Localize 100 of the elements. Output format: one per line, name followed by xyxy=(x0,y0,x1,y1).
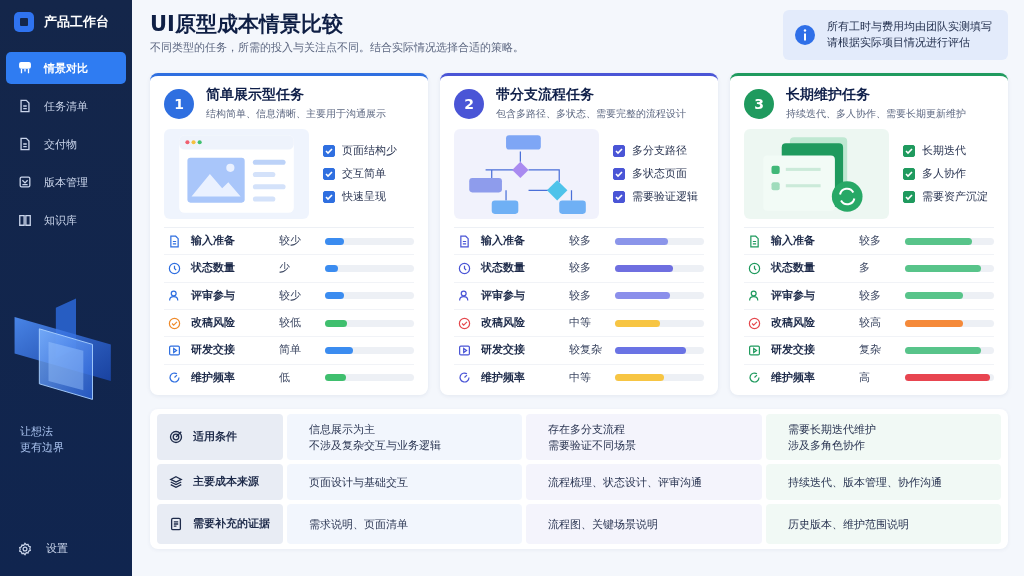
metric-value: 较多 xyxy=(569,261,592,276)
metric-label: 维护频率 xyxy=(771,370,816,385)
nav-item[interactable]: 交付物 xyxy=(6,128,126,160)
metric-value: 低 xyxy=(279,370,291,385)
clock-icon xyxy=(458,262,471,275)
metric-label: 评审参与 xyxy=(191,288,236,303)
nav-item[interactable]: 情景对比 xyxy=(6,52,126,84)
metric-label: 状态数量 xyxy=(191,261,236,276)
table-cell: 需要长期迭代维护 涉及多角色协作 xyxy=(765,414,1001,460)
checklist-label: 快速呈现 xyxy=(342,190,386,204)
metric-value: 复杂 xyxy=(859,343,882,358)
logo-icon xyxy=(14,12,34,32)
nav-item[interactable]: 知识库 xyxy=(6,204,126,236)
metric-label: 维护频率 xyxy=(481,370,526,385)
table-cell: 持续迭代、版本管理、协作沟通 xyxy=(765,464,1001,500)
table-cell: 流程图、关键场景说明 xyxy=(526,504,762,544)
document-icon xyxy=(18,137,32,151)
checkbox[interactable] xyxy=(903,145,915,157)
nav-item[interactable]: 任务清单 xyxy=(6,90,126,122)
metric-label: 状态数量 xyxy=(481,261,526,276)
refresh-icon xyxy=(458,371,471,385)
document-icon xyxy=(168,234,181,248)
card-subtitle: 结构简单、信息清晰、主要用于沟通展示 xyxy=(206,107,386,121)
page-title: UI原型成本情景比较 xyxy=(150,11,344,38)
refresh-icon xyxy=(748,371,761,385)
check-circle-icon xyxy=(748,316,761,330)
metric-value: 较少 xyxy=(279,288,302,303)
metric-label: 改稿风险 xyxy=(191,316,236,331)
metric-label: 输入准备 xyxy=(191,234,236,249)
brand-name: 产品工作台 xyxy=(44,13,109,31)
document-icon xyxy=(748,234,761,248)
book-icon xyxy=(18,213,32,227)
card-subtitle: 包含多路径、多状态、需要完整的流程设计 xyxy=(496,107,686,121)
card-title: 简单展示型任务 xyxy=(206,86,304,104)
checkbox[interactable] xyxy=(613,191,625,203)
play-icon xyxy=(168,343,181,357)
metric-label: 研发交接 xyxy=(481,343,526,358)
layers-icon xyxy=(169,475,183,489)
step-number-badge: 2 xyxy=(454,88,484,119)
checkbox[interactable] xyxy=(323,168,335,180)
table-cell: 存在多分支流程 需要验证不同场景 xyxy=(526,414,762,460)
metric-value: 较低 xyxy=(279,316,302,331)
check-circle-icon xyxy=(458,316,471,330)
row-header-cell: 适用条件 xyxy=(157,414,283,460)
checkbox[interactable] xyxy=(613,168,625,180)
checklist-label: 多人协作 xyxy=(922,167,966,181)
notice-text: 所有工时与费用均由团队实测填写 xyxy=(827,19,992,35)
checkbox[interactable] xyxy=(903,168,915,180)
metric-value: 高 xyxy=(859,370,871,385)
user-icon xyxy=(748,289,761,303)
metric-value: 简单 xyxy=(279,343,302,358)
checkbox[interactable] xyxy=(613,145,625,157)
checklist-label: 需要验证逻辑 xyxy=(632,190,698,204)
checklist-label: 长期迭代 xyxy=(922,144,966,158)
settings-button[interactable]: 设置 xyxy=(6,535,80,562)
metric-label: 改稿风险 xyxy=(771,316,816,331)
checkbox[interactable] xyxy=(323,191,335,203)
row-header-cell: 主要成本来源 xyxy=(157,464,283,500)
metric-label: 评审参与 xyxy=(771,288,816,303)
metric-label: 研发交接 xyxy=(771,343,816,358)
checklist-label: 多状态页面 xyxy=(632,167,687,181)
nav-item[interactable]: 版本管理 xyxy=(6,166,126,198)
checklist-label: 需要资产沉淀 xyxy=(922,190,988,204)
info-icon xyxy=(795,25,815,45)
metric-value: 较高 xyxy=(859,316,882,331)
metric-label: 维护频率 xyxy=(191,370,236,385)
metric-value: 较多 xyxy=(859,234,882,249)
checkbox[interactable] xyxy=(903,191,915,203)
metric-label: 评审参与 xyxy=(481,288,526,303)
metric-value: 中等 xyxy=(569,316,592,331)
card-title: 长期维护任务 xyxy=(786,86,870,104)
target-icon xyxy=(169,430,183,444)
user-icon xyxy=(168,289,181,303)
metric-label: 输入准备 xyxy=(771,234,816,249)
card-subtitle: 持续迭代、多人协作、需要长期更新维护 xyxy=(786,107,966,121)
board-icon xyxy=(18,61,32,75)
notice-text: 请根据实际项目情况进行评估 xyxy=(827,35,970,51)
slogan-text: 更有边界 xyxy=(20,440,64,456)
card-title: 带分支流程任务 xyxy=(496,86,594,104)
metric-value: 较多 xyxy=(569,288,592,303)
metric-value: 较少 xyxy=(279,234,302,249)
metric-value: 较多 xyxy=(859,288,882,303)
table-cell: 流程梳理、状态设计、评审沟通 xyxy=(526,464,762,500)
check-circle-icon xyxy=(168,316,181,330)
user-icon xyxy=(458,289,471,303)
metric-value: 较多 xyxy=(569,234,592,249)
metric-label: 状态数量 xyxy=(771,261,816,276)
document-icon xyxy=(458,234,471,248)
table-cell: 信息展示为主 不涉及复杂交互与业务逻辑 xyxy=(287,414,523,460)
document-icon xyxy=(169,517,183,531)
metric-label: 输入准备 xyxy=(481,234,526,249)
play-icon xyxy=(748,343,761,357)
clock-icon xyxy=(748,262,761,275)
metric-label: 研发交接 xyxy=(191,343,236,358)
page-subtitle: 不同类型的任务，所需的投入与关注点不同。结合实际情况选择合适的策略。 xyxy=(150,40,524,55)
checklist-label: 交互简单 xyxy=(342,167,386,181)
table-cell: 需求说明、页面清单 xyxy=(287,504,523,544)
document-icon xyxy=(18,99,32,113)
checkbox[interactable] xyxy=(323,145,335,157)
slogan-text: 让想法 xyxy=(20,424,53,440)
